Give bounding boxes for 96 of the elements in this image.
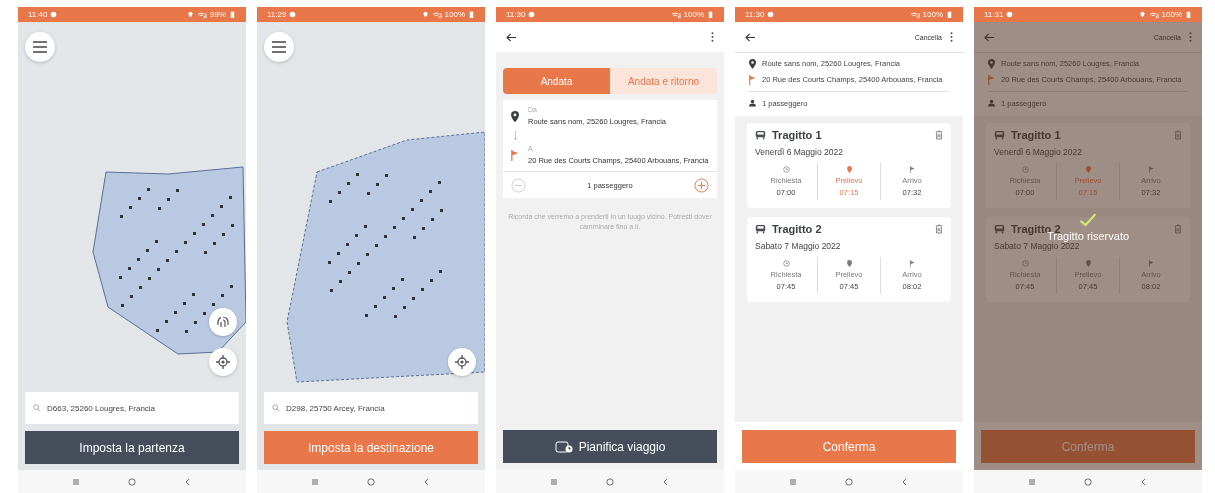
recent-apps-icon[interactable] xyxy=(71,476,81,487)
battery-text: 99% xyxy=(210,10,226,19)
more-icon[interactable] xyxy=(711,32,714,42)
recent-apps-icon[interactable] xyxy=(1027,476,1037,487)
plan-trip-button[interactable]: Pianifica viaggio xyxy=(503,430,717,463)
flag-icon xyxy=(1147,166,1155,173)
person-icon xyxy=(988,98,995,108)
trash-icon[interactable] xyxy=(1174,224,1182,234)
flag-icon xyxy=(511,148,519,162)
bus-icon xyxy=(994,130,1005,140)
signal-icon xyxy=(431,10,442,19)
plus-button[interactable] xyxy=(694,177,709,193)
signal-icon xyxy=(909,10,920,19)
battery-icon xyxy=(946,11,953,18)
bus-icon xyxy=(755,130,766,140)
clock-icon xyxy=(782,166,790,173)
home-icon[interactable] xyxy=(605,476,615,487)
clock-text: 11:31 xyxy=(984,10,1004,19)
battery-icon xyxy=(707,11,714,18)
flag-icon xyxy=(988,75,995,85)
menu-button[interactable] xyxy=(25,32,55,62)
trip-title: Tragitto 1 xyxy=(772,129,822,141)
crosshair-icon xyxy=(455,355,469,369)
clock-text: 11:30 xyxy=(506,10,526,19)
person-icon xyxy=(749,98,756,108)
pin-icon xyxy=(988,59,995,69)
fingerprint-button[interactable] xyxy=(209,308,237,336)
trip-date: Sabato 7 Maggio 2022 xyxy=(994,241,1080,251)
battery-text: 100% xyxy=(1161,10,1182,19)
trip-title: Tragitto 2 xyxy=(772,223,822,235)
search-field[interactable]: D298, 25750 Arcey, Francia xyxy=(264,392,478,424)
clock-text: 11:40 xyxy=(28,10,48,19)
battery-icon xyxy=(229,11,236,18)
battery-icon xyxy=(468,11,475,18)
trip-title: Tragitto 1 xyxy=(1011,129,1061,141)
more-icon[interactable] xyxy=(1189,32,1192,42)
pin-icon xyxy=(1084,260,1092,267)
battery-text: 100% xyxy=(444,10,465,19)
menu-icon xyxy=(272,41,286,53)
clock-icon xyxy=(1021,260,1029,267)
recent-apps-icon[interactable] xyxy=(310,476,320,487)
home-icon[interactable] xyxy=(366,476,376,487)
battery-icon xyxy=(1185,11,1192,18)
pin-icon xyxy=(845,166,853,173)
crosshair-icon xyxy=(216,355,230,369)
trash-icon[interactable] xyxy=(935,130,943,140)
locate-button[interactable] xyxy=(209,348,237,376)
flag-icon xyxy=(1147,260,1155,267)
location-icon xyxy=(421,11,429,18)
more-icon[interactable] xyxy=(950,32,953,42)
location-icon xyxy=(1138,11,1146,18)
notification-icon xyxy=(1006,11,1014,18)
recent-apps-icon[interactable] xyxy=(549,476,559,487)
back-icon[interactable] xyxy=(506,32,517,42)
battery-text: 100% xyxy=(683,10,704,19)
clock-text: 11:30 xyxy=(745,10,765,19)
pin-icon xyxy=(845,260,853,267)
trip-date: Venerdì 6 Maggio 2022 xyxy=(994,147,1083,157)
home-icon[interactable] xyxy=(1083,476,1093,487)
notification-icon xyxy=(767,11,775,18)
search-icon xyxy=(272,404,280,412)
menu-button[interactable] xyxy=(264,32,294,62)
home-icon[interactable] xyxy=(844,476,854,487)
pin-icon xyxy=(749,59,756,69)
notification-icon xyxy=(289,11,297,18)
recent-apps-icon[interactable] xyxy=(788,476,798,487)
ticket-clock-icon xyxy=(554,440,573,453)
set-location-button[interactable]: Imposta la partenza xyxy=(25,431,239,464)
bus-icon xyxy=(994,224,1005,234)
flag-icon xyxy=(749,75,756,85)
signal-icon xyxy=(197,10,207,19)
signal-icon xyxy=(1148,10,1159,19)
signal-icon xyxy=(670,10,681,19)
menu-icon xyxy=(33,41,47,53)
battery-text: 100% xyxy=(922,10,943,19)
pin-icon xyxy=(1084,166,1092,173)
trip-date: Venerdì 6 Maggio 2022 xyxy=(755,147,844,157)
back-icon[interactable] xyxy=(745,32,756,42)
notification-icon xyxy=(50,11,58,18)
search-icon xyxy=(33,404,41,412)
clock-icon xyxy=(1021,166,1029,173)
home-icon[interactable] xyxy=(127,476,137,487)
trip-date: Sabato 7 Maggio 2022 xyxy=(755,241,842,251)
locate-button[interactable] xyxy=(448,348,476,376)
trash-icon[interactable] xyxy=(1174,130,1182,140)
pin-icon xyxy=(511,109,519,123)
location-icon xyxy=(187,11,194,18)
notification-icon xyxy=(528,11,536,18)
search-field[interactable]: D663, 25260 Lougres, Francia xyxy=(25,392,239,424)
flag-icon xyxy=(908,260,916,267)
clock-icon xyxy=(782,260,790,267)
bus-icon xyxy=(755,224,766,234)
trash-icon[interactable] xyxy=(935,224,943,234)
flag-icon xyxy=(908,166,916,173)
down-arrow-icon xyxy=(513,130,518,141)
clock-text: 11:29 xyxy=(267,10,287,19)
